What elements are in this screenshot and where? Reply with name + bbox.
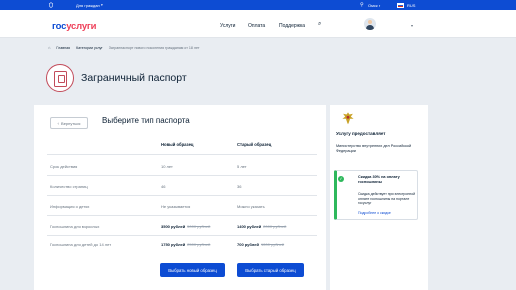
select-heading: Выберите тип паспорта [102, 116, 190, 125]
old-price: 2500 рублей [187, 242, 211, 247]
choose-new-button[interactable]: Выбрать новый образец [160, 263, 225, 277]
row-divider [47, 175, 317, 176]
old-price: 1000 рублей [260, 242, 285, 247]
city-selector[interactable]: Омск г [368, 3, 380, 8]
coat-of-arms-icon [48, 2, 54, 8]
breadcrumb-current: Загранпаспорт нового поколения гражданам… [108, 46, 200, 50]
row-divider [47, 154, 317, 155]
nav-payment[interactable]: Оплата [248, 23, 265, 29]
cell-new-price: 3500 рублей 5000 рублей [161, 224, 211, 229]
search-icon[interactable]: ⌕ [318, 21, 321, 28]
chevron-down-icon[interactable]: ▾ [411, 23, 413, 28]
breadcrumb: ⌂ Главная Категории услуг Загранпаспорт … [48, 45, 204, 50]
back-button[interactable]: ‹ Вернуться [50, 117, 88, 129]
choose-old-button[interactable]: Выбрать старый образец [237, 263, 304, 277]
old-price: 5000 рублей [187, 224, 211, 229]
cell-old-price: 700 рублей 1000 рублей [237, 242, 285, 247]
chevron-left-icon: ‹ [57, 120, 60, 126]
column-header-old: Старый образец [237, 142, 272, 147]
chevron-down-icon: ▾ [101, 3, 103, 7]
check-icon: ✓ [338, 176, 344, 182]
row-label: Количество страниц [50, 184, 88, 189]
breadcrumb-home[interactable]: Главная [56, 46, 70, 50]
top-bar: Для граждан ▾ ⚲ Омск г RUS [0, 0, 516, 10]
discount-text: Скидка действует при электронной оплате … [358, 192, 416, 206]
mvd-emblem-icon [342, 112, 354, 125]
cell-old: 5 лет [237, 164, 247, 169]
gosuslugi-logo[interactable]: госуслуги [52, 21, 97, 32]
provider-name: Министерство внутренних дел Российской Ф… [336, 144, 412, 153]
nav-services[interactable]: Услуги [220, 23, 235, 29]
row-label: Информация о детях [50, 204, 90, 209]
row-label: Госпошлина для взрослых [50, 224, 100, 229]
cell-old: Можно указать [237, 204, 265, 209]
discount-title: Скидка 30% на оплату госпошлины [358, 175, 400, 184]
row-divider [47, 215, 317, 216]
passport-icon [46, 64, 74, 92]
row-divider [47, 235, 317, 236]
for-citizens-menu[interactable]: Для граждан [76, 3, 100, 8]
cell-old-price: 1400 рублей 2000 рублей [237, 224, 287, 229]
site-header: госуслуги Услуги Оплата Поддержка ⌕ ▾ [0, 10, 516, 38]
cell-new-price: 1750 рублей 2500 рублей [161, 242, 211, 247]
nav-support[interactable]: Поддержка [279, 23, 305, 29]
row-label: Госпошлина для детей до 14 лет [50, 242, 112, 247]
row-label: Срок действия [50, 164, 78, 169]
flag-ru-icon [397, 3, 404, 8]
cell-old: 36 [237, 184, 242, 189]
breadcrumb-category[interactable]: Категории услуг [76, 46, 103, 50]
page-title: Заграничный паспорт [81, 72, 187, 84]
cell-new: 46 [161, 184, 166, 189]
column-header-new: Новый образец [161, 142, 194, 147]
home-icon: ⌂ [48, 45, 51, 50]
map-pin-icon: ⚲ [360, 2, 364, 8]
old-price: 2000 рублей [263, 224, 287, 229]
language-selector[interactable]: RUS [407, 3, 415, 8]
cell-new: Не указывается [161, 204, 191, 209]
provider-title: Услугу предоставляет [336, 131, 386, 136]
row-divider [47, 195, 317, 196]
cell-new: 10 лет [161, 164, 173, 169]
avatar[interactable] [364, 18, 376, 30]
discount-link[interactable]: Подробнее о скидке [358, 211, 391, 215]
